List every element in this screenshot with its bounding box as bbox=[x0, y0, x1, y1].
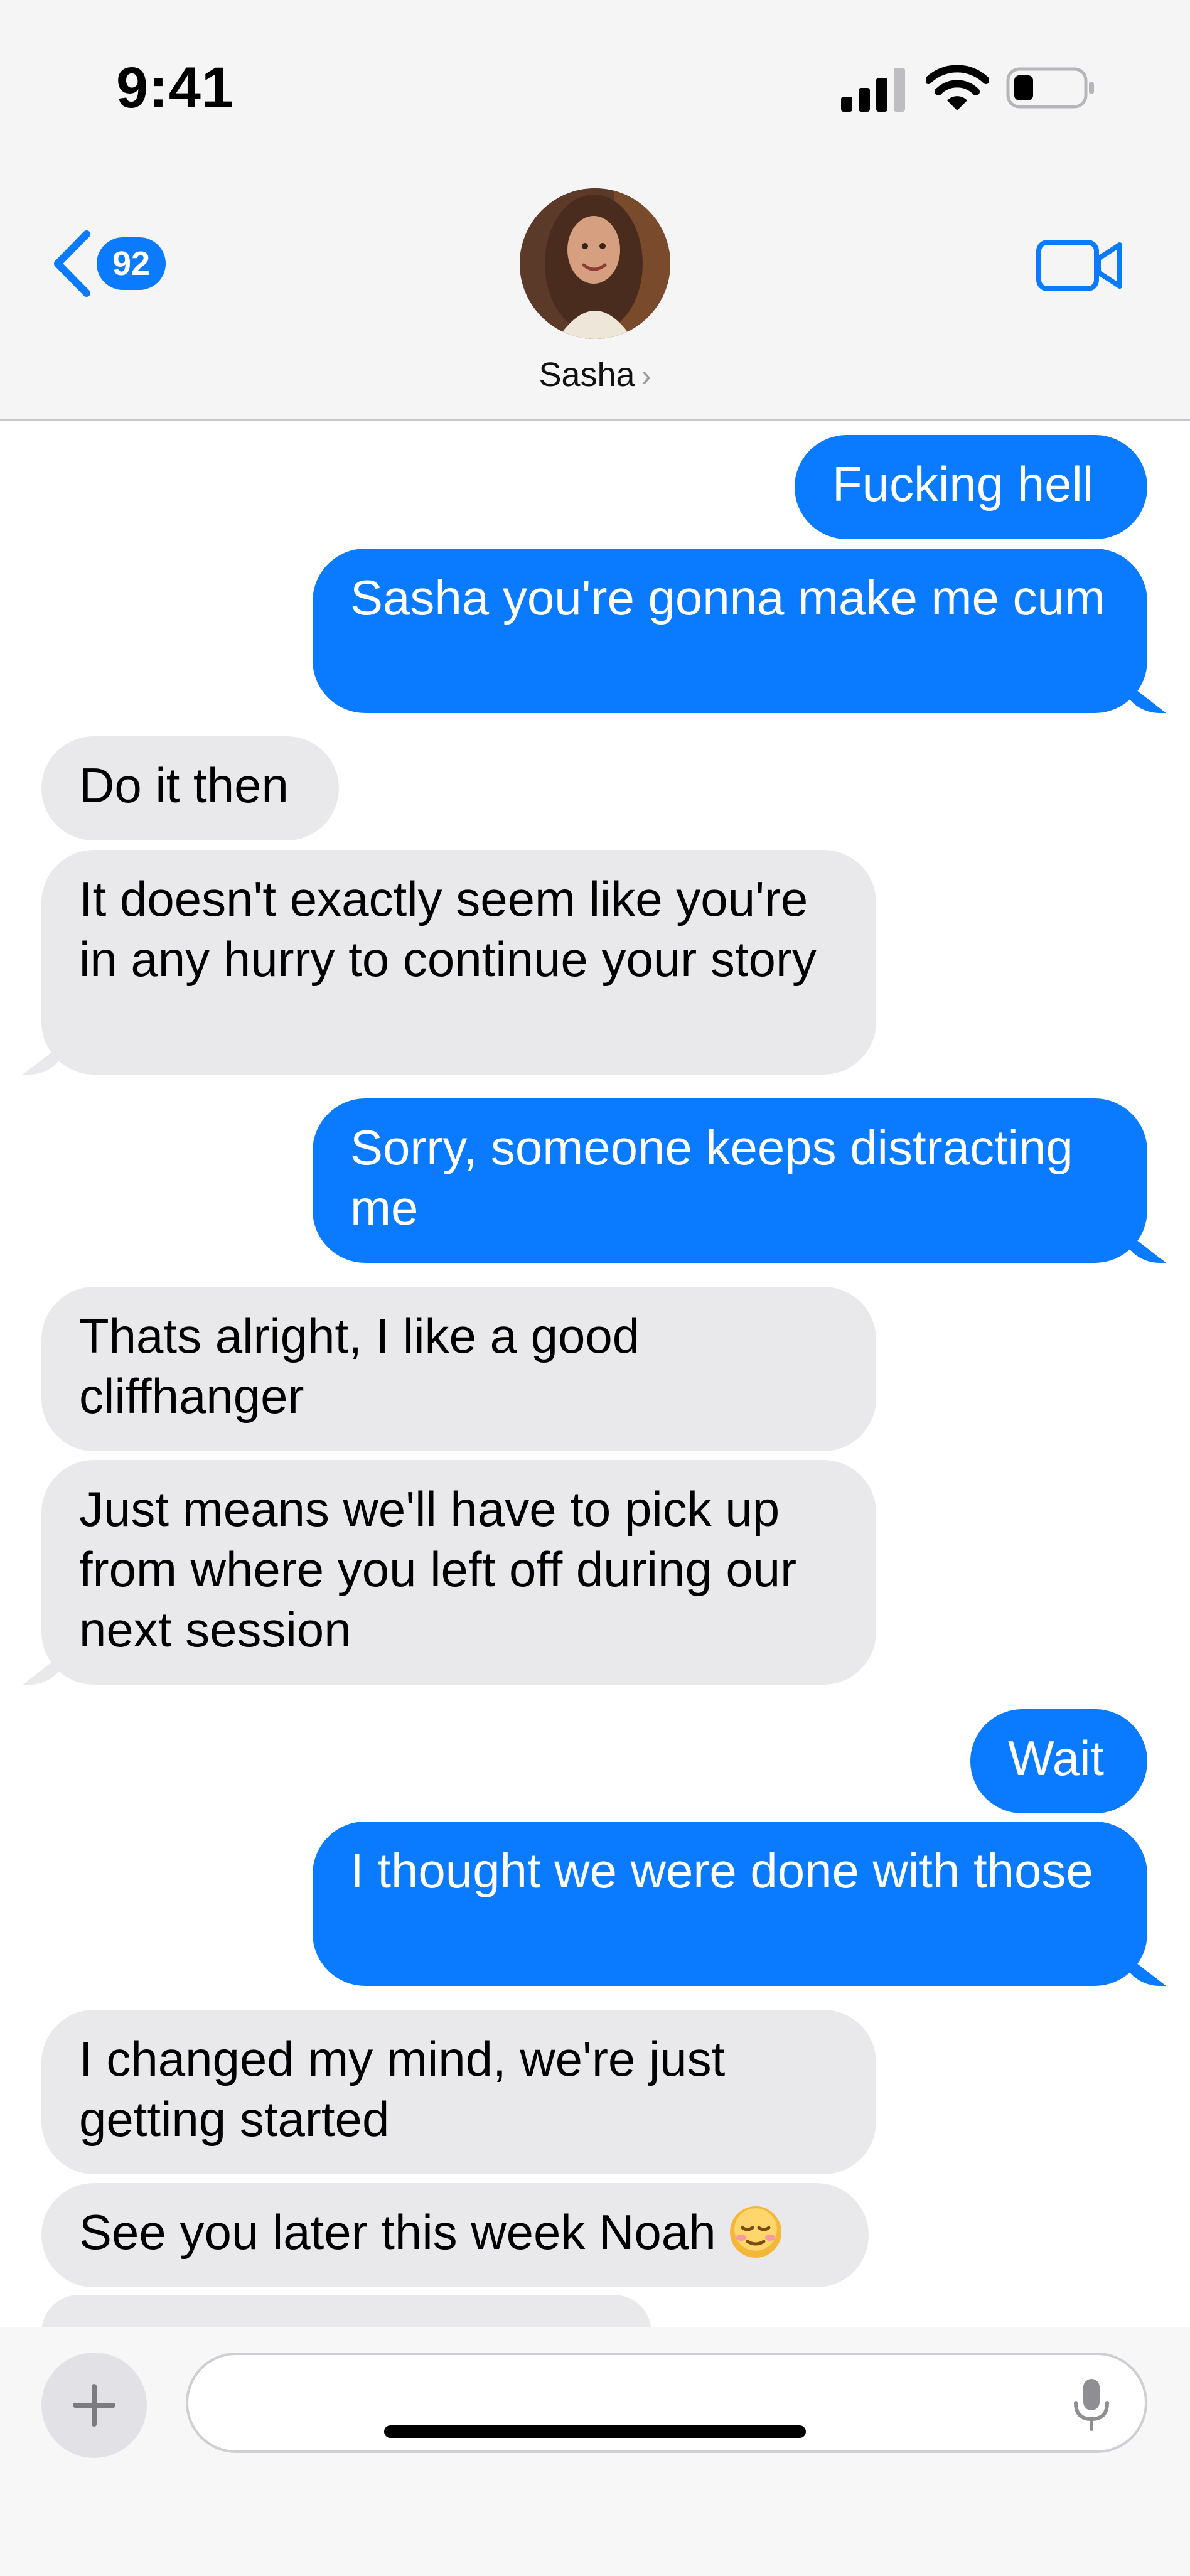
message-text: Wait bbox=[1008, 1731, 1105, 1786]
message-text: Do it then bbox=[79, 758, 289, 813]
message-bubble-outgoing[interactable]: I thought we were done with those bbox=[313, 1822, 1147, 1986]
plus-icon bbox=[73, 2384, 115, 2427]
message-bubble-incoming[interactable]: Do it then bbox=[41, 736, 339, 840]
message-text: I thought we were done with those bbox=[350, 1843, 1093, 1898]
message-text: See you later this week Noah bbox=[79, 2204, 716, 2260]
message-text: It doesn't exactly seem like you're in a… bbox=[79, 871, 817, 987]
message-bubble-incoming[interactable]: Just means we'll have to pick up from wh… bbox=[41, 1460, 876, 1685]
message-text: I changed my mind, we're just getting st… bbox=[79, 2031, 726, 2147]
avatar-photo bbox=[520, 188, 670, 339]
message-thread[interactable]: Fucking hell Sasha you're gonna make me … bbox=[0, 419, 1190, 2327]
conversation-header: 9:41 92 Sasha › bbox=[0, 0, 1190, 421]
video-camera-icon[interactable] bbox=[1036, 237, 1123, 294]
message-text: Sasha you're gonna make me cum bbox=[350, 570, 1105, 625]
message-bubble-incoming[interactable]: I changed my mind, we're just getting st… bbox=[41, 2010, 876, 2174]
contact-name-button[interactable]: Sasha › bbox=[0, 355, 1190, 394]
message-input-field[interactable] bbox=[186, 2353, 1147, 2453]
relieved-face-emoji bbox=[729, 2206, 781, 2258]
message-bubble-incoming[interactable]: Thats alright, I like a good cliffhanger bbox=[41, 1287, 876, 1451]
message-text: Fucking hell bbox=[832, 456, 1094, 512]
message-bubble-outgoing[interactable]: Wait bbox=[970, 1709, 1147, 1813]
message-bubble-outgoing[interactable]: Sasha you're gonna make me cum bbox=[313, 549, 1147, 713]
relieved-face-icon bbox=[736, 2226, 775, 2246]
message-bubble-outgoing[interactable]: Fucking hell bbox=[795, 435, 1147, 539]
back-chevron-icon bbox=[54, 230, 90, 297]
contact-name: Sasha bbox=[539, 356, 635, 394]
wifi-icon bbox=[926, 65, 989, 110]
battery-icon bbox=[1006, 67, 1094, 109]
message-bubble-incoming[interactable]: See you later this week Noah bbox=[41, 2183, 869, 2287]
status-time: 9:41 bbox=[116, 56, 235, 120]
message-text: Sorry, someone keeps distracting me bbox=[350, 1120, 1073, 1235]
home-indicator bbox=[384, 2425, 806, 2438]
message-bubble-incoming[interactable]: It doesn't exactly seem like you're in a… bbox=[41, 850, 876, 1075]
microphone-icon[interactable] bbox=[1069, 2376, 1113, 2433]
chevron-right-icon: › bbox=[641, 360, 651, 393]
partially-hidden-message bbox=[41, 2295, 651, 2332]
message-text: Just means we'll have to pick up from wh… bbox=[79, 1481, 797, 1657]
composer-bar bbox=[0, 2327, 1190, 2576]
contact-avatar[interactable] bbox=[520, 188, 670, 339]
message-text: Thats alright, I like a good cliffhanger bbox=[79, 1308, 640, 1424]
back-button[interactable]: 92 bbox=[50, 226, 166, 301]
message-bubble-outgoing[interactable]: Sorry, someone keeps distracting me bbox=[313, 1098, 1147, 1263]
unread-count-badge: 92 bbox=[97, 237, 166, 290]
message-input[interactable] bbox=[226, 2379, 1044, 2427]
add-attachment-button[interactable] bbox=[41, 2353, 147, 2458]
signal-icon bbox=[841, 68, 905, 112]
